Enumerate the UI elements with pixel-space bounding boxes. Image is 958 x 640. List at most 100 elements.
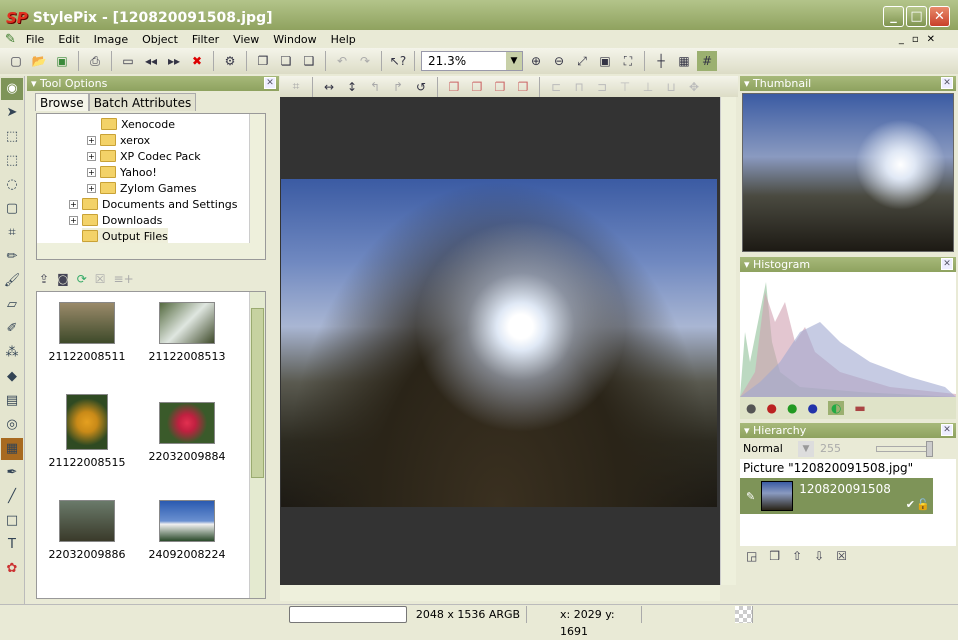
close-image-icon[interactable]: ✖ <box>187 51 207 71</box>
rotate-right-icon[interactable]: ↱ <box>388 77 408 97</box>
align-middle-icon[interactable]: ⊥ <box>638 77 658 97</box>
camera-icon[interactable]: ◙ <box>57 272 69 286</box>
pointer-icon[interactable]: ➤ <box>1 102 23 124</box>
histogram-image-icon[interactable]: ▬ <box>854 401 865 415</box>
align-bottom-icon[interactable]: ⊔ <box>661 77 681 97</box>
brush-icon[interactable]: 🖌 <box>1 270 23 292</box>
tree-item[interactable]: Xenocode <box>121 118 175 131</box>
spray-icon[interactable]: ⁂ <box>1 342 23 364</box>
print-icon[interactable]: ⎙ <box>85 51 105 71</box>
new-icon[interactable]: ▢ <box>6 51 26 71</box>
copy-icon[interactable]: ❐ <box>253 51 273 71</box>
duplicate-layer-icon[interactable]: ❒ <box>769 549 780 563</box>
new-layer-icon[interactable]: ◲ <box>746 549 757 563</box>
thumbnail-item[interactable]: 22032009884 <box>137 402 237 463</box>
tree-item-selected[interactable]: Output Files <box>102 230 168 243</box>
menu-file[interactable]: File <box>19 33 51 46</box>
channel-luminance-icon[interactable]: ● <box>746 401 756 415</box>
menu-window[interactable]: Window <box>266 33 323 46</box>
thumbnail-item[interactable]: 24092008224 <box>137 500 237 561</box>
zoom-in-icon[interactable]: ⊕ <box>526 51 546 71</box>
paste-icon[interactable]: ❑ <box>299 51 319 71</box>
close-button[interactable]: ✕ <box>929 6 950 27</box>
flip-vertical-icon[interactable]: ↕ <box>342 77 362 97</box>
send-back-icon[interactable]: ❐ <box>513 77 533 97</box>
previous-icon[interactable]: ◂◂ <box>141 51 161 71</box>
texture-icon[interactable]: ▦ <box>1 438 23 460</box>
tree-item[interactable]: Yahoo! <box>120 166 157 179</box>
lasso-icon[interactable]: ◌ <box>1 174 23 196</box>
gradient-icon[interactable]: ▤ <box>1 390 23 412</box>
grid-icon[interactable]: ▦ <box>674 51 694 71</box>
redo-icon[interactable]: ↷ <box>355 51 375 71</box>
channel-rgb-icon[interactable]: ◐ <box>827 401 845 415</box>
select-transform-icon[interactable]: ⬚ <box>1 126 23 148</box>
align-left-icon[interactable]: ⊏ <box>546 77 566 97</box>
layer-row[interactable]: ✎ 120820091508 ✔ 🔓 <box>740 478 933 514</box>
delete-layer-icon[interactable]: ☒ <box>836 549 847 563</box>
align-right-icon[interactable]: ⊐ <box>592 77 612 97</box>
close-panel-icon[interactable]: ✕ <box>264 77 276 89</box>
minimize-button[interactable]: _ <box>883 6 904 27</box>
line-icon[interactable]: ╱ <box>1 486 23 508</box>
mdi-controls[interactable]: _▫✕ <box>892 34 950 45</box>
crop-icon[interactable]: ⌗ <box>1 222 23 244</box>
eraser-icon[interactable]: ▱ <box>1 294 23 316</box>
shape-icon[interactable]: □ <box>1 510 23 532</box>
canvas-vscrollbar[interactable] <box>720 97 736 585</box>
open-icon[interactable]: 📂 <box>29 51 49 71</box>
menu-edit[interactable]: Edit <box>51 33 86 46</box>
tree-item[interactable]: xerox <box>120 134 150 147</box>
flip-horizontal-icon[interactable]: ↔ <box>319 77 339 97</box>
tree-hscrollbar[interactable] <box>37 243 251 259</box>
up-folder-icon[interactable]: ⇪ <box>39 272 49 286</box>
image-sky-trees[interactable] <box>281 179 717 507</box>
delete-icon[interactable]: ☒ <box>95 272 106 286</box>
align-center-icon[interactable]: ⊓ <box>569 77 589 97</box>
refresh-icon[interactable]: ⟳ <box>77 272 87 286</box>
close-panel-icon[interactable]: ✕ <box>941 258 953 270</box>
thumbnail-scrollbar[interactable] <box>249 292 265 598</box>
fullscreen-icon[interactable]: ⛶ <box>618 51 638 71</box>
folder-tree[interactable]: Xenocode + xerox + XP Codec Pack + Yahoo! +… <box>36 113 266 260</box>
fill-icon[interactable]: ◆ <box>1 366 23 388</box>
zoom-out-icon[interactable]: ⊖ <box>549 51 569 71</box>
chevron-down-icon[interactable]: ▼ <box>506 52 522 70</box>
undo-icon[interactable]: ↶ <box>332 51 352 71</box>
channel-green-icon[interactable]: ● <box>787 401 797 415</box>
help-pointer-icon[interactable]: ↖? <box>388 51 408 71</box>
canvas-hscrollbar[interactable] <box>280 585 720 601</box>
center-icon[interactable]: ✥ <box>684 77 704 97</box>
menu-view[interactable]: View <box>226 33 266 46</box>
monitor-icon[interactable]: ▭ <box>118 51 138 71</box>
actual-size-icon[interactable]: ▣ <box>595 51 615 71</box>
thumbnail-item[interactable]: 21122008515 <box>37 394 137 469</box>
thumbnail-item[interactable]: 21122008511 <box>37 302 137 363</box>
tree-item[interactable]: XP Codec Pack <box>120 150 201 163</box>
ruler-icon[interactable]: ┼ <box>651 51 671 71</box>
eye-icon[interactable]: ◉ <box>1 78 23 100</box>
move-down-icon[interactable]: ⇩ <box>814 549 824 563</box>
text-icon[interactable]: T <box>1 534 23 556</box>
menu-filter[interactable]: Filter <box>185 33 226 46</box>
tree-item[interactable]: Downloads <box>102 214 162 227</box>
align-top-icon[interactable]: ⊤ <box>615 77 635 97</box>
thumbnail-item[interactable]: 22032009886 <box>37 500 137 561</box>
thumbnail-item[interactable]: 21122008513 <box>137 302 237 363</box>
tab-batch-attributes[interactable]: Batch Attributes <box>88 93 197 111</box>
tree-item[interactable]: Documents and Settings <box>102 198 238 211</box>
menu-help[interactable]: Help <box>324 33 363 46</box>
close-panel-icon[interactable]: ✕ <box>941 424 953 436</box>
tree-scrollbar[interactable] <box>249 114 265 259</box>
rotate-180-icon[interactable]: ↺ <box>411 77 431 97</box>
color-icon[interactable]: ✿ <box>1 558 23 580</box>
pencil-icon[interactable]: ✏ <box>1 246 23 268</box>
blend-mode-select[interactable]: Normal ▼ <box>740 439 816 459</box>
tab-browse[interactable]: Browse <box>35 93 89 111</box>
menu-object[interactable]: Object <box>135 33 185 46</box>
zoom-select[interactable]: 21.3% ▼ <box>421 51 523 71</box>
next-icon[interactable]: ▸▸ <box>164 51 184 71</box>
visible-check-icon[interactable]: ✔ <box>906 498 915 511</box>
clone-icon[interactable]: ✐ <box>1 318 23 340</box>
eyedropper-icon[interactable]: ✒ <box>1 462 23 484</box>
